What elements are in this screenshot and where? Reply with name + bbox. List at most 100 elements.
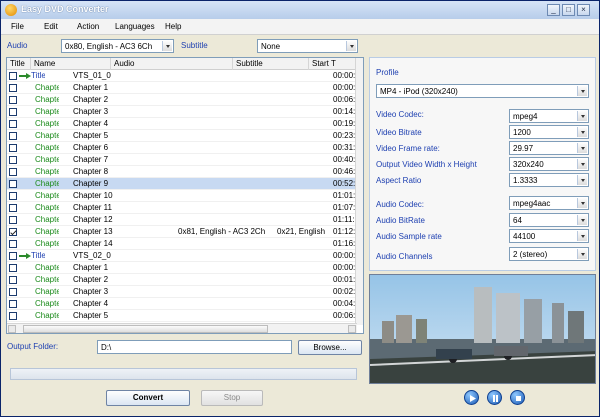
- row-audio: [178, 130, 274, 142]
- row-start-time: 00:23:5: [333, 131, 357, 140]
- row-checkbox[interactable]: [9, 108, 17, 116]
- browse-button[interactable]: Browse...: [298, 340, 362, 355]
- row-type: Chapter: [35, 155, 59, 164]
- row-checkbox[interactable]: [9, 72, 17, 80]
- table-row[interactable]: Chapter Chapter 10 01:01:0: [7, 190, 357, 202]
- audio-channels-select[interactable]: 2 (stereo): [509, 247, 589, 261]
- row-checkbox[interactable]: [9, 264, 17, 272]
- row-audio: [178, 94, 274, 106]
- header-title[interactable]: Title: [7, 58, 31, 70]
- close-button[interactable]: ×: [577, 4, 590, 16]
- row-checkbox[interactable]: [9, 132, 17, 140]
- audio-select-value: 0x80, English - AC3 6Ch: [65, 42, 153, 51]
- vertical-scrollbar[interactable]: [355, 58, 363, 325]
- row-checkbox[interactable]: [9, 240, 17, 248]
- aspect-ratio-select[interactable]: 1.3333: [509, 173, 589, 187]
- scroll-right-button[interactable]: [348, 325, 356, 333]
- header-subtitle[interactable]: Subtitle: [233, 58, 309, 70]
- profile-select[interactable]: MP4 - iPod (320x240): [376, 84, 589, 98]
- menu-edit[interactable]: Edit: [44, 22, 58, 31]
- table-row[interactable]: Chapter Chapter 6 00:31:2: [7, 142, 357, 154]
- audio-codec-select[interactable]: mpeg4aac: [509, 196, 589, 210]
- profile-select-value: MP4 - iPod (320x240): [380, 87, 458, 96]
- scroll-left-button[interactable]: [8, 325, 16, 333]
- row-checkbox[interactable]: [9, 156, 17, 164]
- menu-help[interactable]: Help: [165, 22, 181, 31]
- minimize-button[interactable]: _: [547, 4, 560, 16]
- titles-table: Title Name Audio Subtitle Start T Title V…: [6, 57, 364, 334]
- row-start-time: 00:01:2: [333, 275, 357, 284]
- row-name: Chapter 5: [73, 131, 109, 140]
- table-row[interactable]: Chapter Chapter 2 00:06:4: [7, 94, 357, 106]
- header-start-time[interactable]: Start T: [309, 58, 357, 70]
- row-audio: [178, 82, 274, 94]
- row-checkbox[interactable]: [9, 120, 17, 128]
- row-subtitle: [277, 214, 332, 226]
- table-row[interactable]: Chapter Chapter 5 00:06:0: [7, 310, 357, 322]
- row-checkbox[interactable]: [9, 216, 17, 224]
- row-checkbox[interactable]: [9, 192, 17, 200]
- row-audio: 0x81, English - AC3 2Ch: [178, 227, 266, 236]
- row-subtitle: [277, 250, 332, 262]
- scroll-thumb[interactable]: [23, 325, 268, 333]
- row-checkbox[interactable]: [9, 180, 17, 188]
- row-checkbox[interactable]: [9, 228, 17, 236]
- table-row[interactable]: Chapter Chapter 1 00:00:0: [7, 262, 357, 274]
- header-name[interactable]: Name: [31, 58, 111, 70]
- video-frame-rate-select[interactable]: 29.97: [509, 141, 589, 155]
- stop-button[interactable]: Stop: [201, 390, 263, 406]
- subtitle-select[interactable]: None: [257, 39, 358, 53]
- play-button[interactable]: [464, 390, 479, 405]
- menu-file[interactable]: File: [11, 22, 24, 31]
- row-name: Chapter 9: [73, 179, 109, 188]
- row-checkbox[interactable]: [9, 84, 17, 92]
- row-checkbox[interactable]: [9, 312, 17, 320]
- table-row[interactable]: Chapter Chapter 2 00:01:2: [7, 274, 357, 286]
- table-row[interactable]: Chapter Chapter 5 00:23:5: [7, 130, 357, 142]
- table-row[interactable]: Chapter Chapter 4 00:04:2: [7, 298, 357, 310]
- menu-action[interactable]: Action: [77, 22, 99, 31]
- row-start-time: 00:46:3: [333, 167, 357, 176]
- table-row[interactable]: Chapter Chapter 14 01:16:3: [7, 238, 357, 250]
- table-row[interactable]: Chapter Chapter 1 00:00:0: [7, 82, 357, 94]
- video-bitrate-select[interactable]: 1200: [509, 125, 589, 139]
- table-row[interactable]: Title VTS_02_0 00:00:0: [7, 250, 357, 262]
- table-row[interactable]: Chapter Chapter 3 00:02:5: [7, 286, 357, 298]
- table-row[interactable]: Chapter Chapter 3 00:14:2: [7, 106, 357, 118]
- stop-playback-button[interactable]: [510, 390, 525, 405]
- audio-bitrate-select[interactable]: 64: [509, 213, 589, 227]
- row-name: Chapter 2: [73, 95, 109, 104]
- convert-button[interactable]: Convert: [106, 390, 190, 406]
- audio-sample-rate-select[interactable]: 44100: [509, 229, 589, 243]
- table-row[interactable]: Chapter Chapter 7 00:40:2: [7, 154, 357, 166]
- table-row[interactable]: Chapter Chapter 4 00:19:2: [7, 118, 357, 130]
- row-checkbox[interactable]: [9, 204, 17, 212]
- table-row[interactable]: Title VTS_01_0 00:00:0: [7, 70, 357, 82]
- row-name: Chapter 10: [73, 191, 113, 200]
- chevron-down-icon: [577, 175, 587, 185]
- pause-button[interactable]: [487, 390, 502, 405]
- table-row[interactable]: Chapter Chapter 9 00:52:4: [7, 178, 357, 190]
- row-checkbox[interactable]: [9, 96, 17, 104]
- row-checkbox[interactable]: [9, 288, 17, 296]
- output-size-select[interactable]: 320x240: [509, 157, 589, 171]
- title-bar[interactable]: Easy DVD Converter _ □ ×: [1, 1, 599, 19]
- row-audio: [178, 262, 274, 274]
- row-checkbox[interactable]: [9, 252, 17, 260]
- video-codec-select[interactable]: mpeg4: [509, 109, 589, 123]
- header-audio[interactable]: Audio: [111, 58, 233, 70]
- row-type: Chapter: [35, 191, 59, 200]
- maximize-button[interactable]: □: [562, 4, 575, 16]
- table-row[interactable]: Chapter Chapter 12 01:11:2: [7, 214, 357, 226]
- row-checkbox[interactable]: [9, 168, 17, 176]
- horizontal-scrollbar[interactable]: [7, 323, 357, 333]
- row-checkbox[interactable]: [9, 300, 17, 308]
- table-row[interactable]: Chapter Chapter 8 00:46:3: [7, 166, 357, 178]
- row-checkbox[interactable]: [9, 144, 17, 152]
- audio-select[interactable]: 0x80, English - AC3 6Ch: [61, 39, 174, 53]
- output-folder-input[interactable]: D:\: [97, 340, 292, 354]
- table-row[interactable]: Chapter Chapter 11 01:07:3: [7, 202, 357, 214]
- row-checkbox[interactable]: [9, 276, 17, 284]
- menu-languages[interactable]: Languages: [115, 22, 155, 31]
- table-row[interactable]: Chapter Chapter 13 0x81, English - AC3 2Ch…: [7, 226, 357, 238]
